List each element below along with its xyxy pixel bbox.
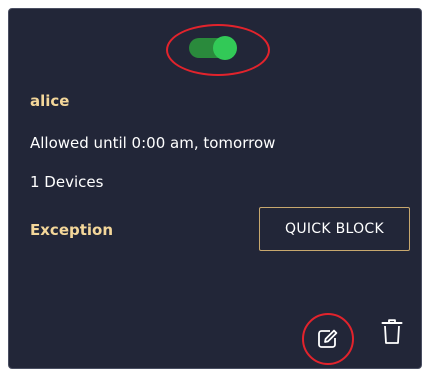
profile-card: alice Allowed until 0:00 am, tomorrow 1 … [8, 8, 422, 369]
toggle-area [166, 24, 270, 76]
edit-icon[interactable] [317, 328, 339, 350]
exception-label: Exception [30, 221, 114, 239]
toggle-knob [213, 36, 237, 60]
trash-icon[interactable] [381, 319, 403, 345]
devices-count: 1 Devices [30, 173, 104, 191]
profile-name: alice [30, 92, 70, 110]
enable-toggle[interactable] [189, 36, 237, 60]
quick-block-button[interactable]: QUICK BLOCK [259, 207, 410, 251]
allowed-until-text: Allowed until 0:00 am, tomorrow [30, 134, 276, 152]
